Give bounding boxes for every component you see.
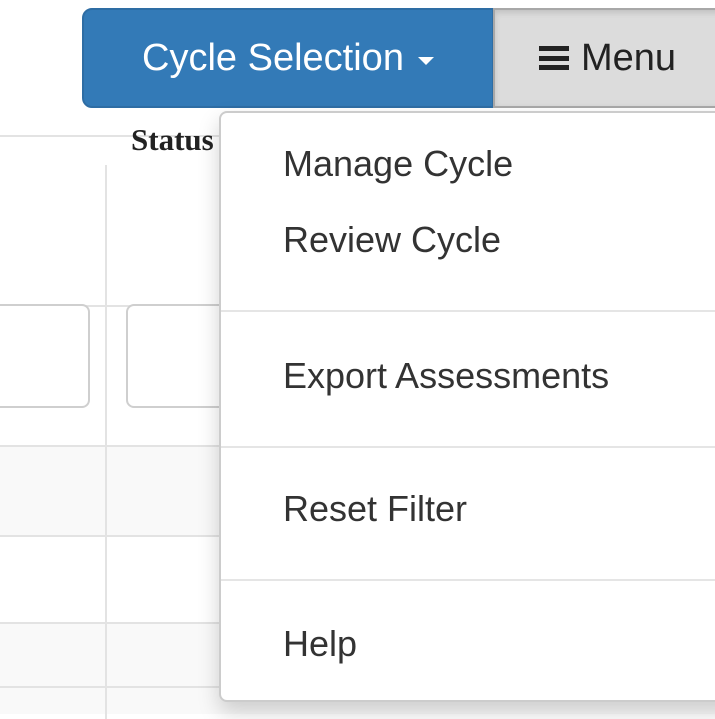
menu-label: Menu [581, 36, 677, 79]
menu-divider [221, 446, 715, 448]
menu-item-reset-filter[interactable]: Reset Filter [283, 488, 467, 530]
menu-item-review-cycle[interactable]: Review Cycle [283, 219, 501, 261]
filter-input-1[interactable] [0, 304, 90, 408]
cycle-selection-button[interactable]: Cycle Selection [82, 8, 494, 108]
menu-item-export-assessments[interactable]: Export Assessments [283, 355, 609, 397]
menu-divider [221, 579, 715, 581]
column-header-status[interactable]: Status [131, 122, 231, 158]
column-divider-lower [105, 165, 107, 719]
menu-divider [221, 310, 715, 312]
cycle-selection-label: Cycle Selection [142, 36, 404, 79]
menu-item-help[interactable]: Help [283, 623, 357, 665]
caret-down-icon [417, 57, 434, 65]
hamburger-icon [539, 46, 569, 70]
menu-item-manage-cycle[interactable]: Manage Cycle [283, 143, 513, 185]
page: Status Cycle Selection Menu Manage Cycle… [0, 0, 715, 719]
menu-button[interactable]: Menu [493, 8, 715, 108]
menu-dropdown: Manage Cycle Review Cycle Export Assessm… [219, 111, 715, 702]
